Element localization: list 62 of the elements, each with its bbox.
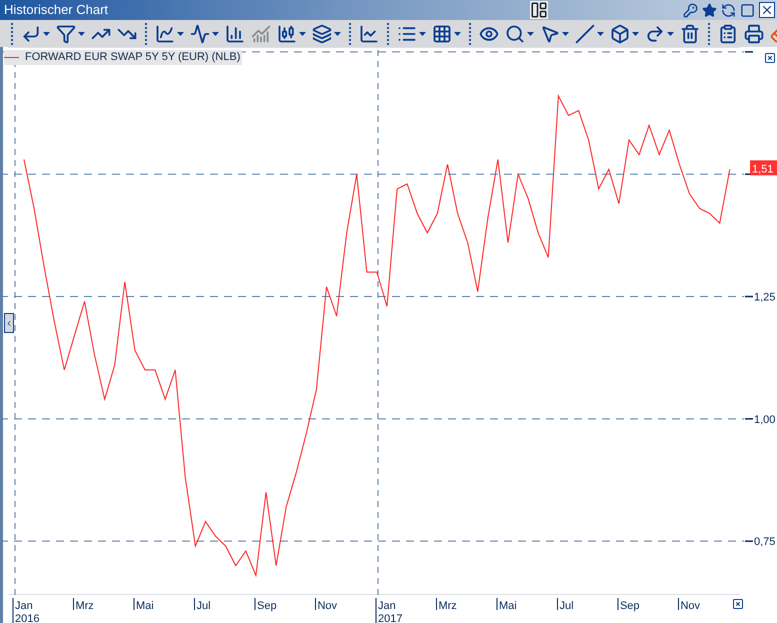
chevron-left-icon	[5, 318, 13, 328]
caret-icon[interactable]	[78, 32, 85, 36]
line-chart-icon[interactable]	[359, 24, 379, 44]
filter-icon[interactable]	[56, 24, 76, 44]
star-icon[interactable]	[702, 2, 717, 18]
axis-tick	[745, 540, 753, 542]
caret-icon[interactable]	[419, 32, 426, 36]
caret-icon[interactable]	[597, 32, 604, 36]
axis-label: 1,00	[754, 414, 776, 426]
axis-label: Sep	[257, 600, 277, 612]
swap-icon[interactable]	[721, 2, 736, 18]
caret-icon[interactable]	[299, 32, 306, 36]
caret-icon[interactable]	[177, 32, 184, 36]
axis-label: Mai	[136, 600, 154, 612]
bar-chart-icon[interactable]	[225, 24, 245, 44]
value-badge: 1,51	[750, 160, 777, 176]
close-icon[interactable]	[759, 2, 775, 18]
corner-arrow-icon[interactable]	[21, 24, 41, 44]
axis-label: 1,25	[754, 292, 776, 304]
caret-icon[interactable]	[667, 32, 674, 36]
trash-icon[interactable]	[680, 24, 700, 44]
axis-label: Mai	[498, 600, 517, 612]
axis-label: Sep	[620, 600, 640, 612]
axis-tick	[745, 418, 753, 420]
caret-icon[interactable]	[43, 32, 50, 36]
search-icon[interactable]	[505, 24, 525, 44]
axis-label: Jan 2017	[378, 600, 402, 623]
restore-icon[interactable]	[740, 2, 755, 18]
axis-label: Jan 2016	[15, 600, 40, 623]
axis-label: Mrz	[76, 600, 94, 612]
axis-tick	[745, 51, 753, 53]
caret-icon[interactable]	[454, 32, 461, 36]
close-icon[interactable]	[732, 598, 744, 610]
caret-icon[interactable]	[527, 32, 534, 36]
legend-label: FORWARD EUR SWAP 5Y 5Y (EUR) (NLB)	[25, 50, 240, 66]
key-icon[interactable]	[683, 2, 698, 18]
pulse-line-icon[interactable]	[190, 24, 210, 44]
layout-icon[interactable]	[530, 1, 548, 19]
axis-label: Mrz	[438, 600, 457, 612]
spline-chart-icon[interactable]	[155, 24, 175, 44]
axis-label: Jul	[196, 600, 211, 612]
close-icon[interactable]	[764, 52, 776, 64]
axis-label: Nov	[680, 600, 700, 612]
box-icon[interactable]	[610, 24, 630, 44]
layers-icon[interactable]	[312, 24, 332, 44]
window-title: Historischer Chart	[4, 1, 110, 20]
grid-icon[interactable]	[432, 24, 452, 44]
axis-label: Nov	[318, 600, 338, 612]
axis-label: 0,75	[754, 536, 776, 548]
caret-icon[interactable]	[334, 32, 341, 36]
collapse-tab[interactable]	[4, 313, 14, 333]
clipboard-icon[interactable]	[718, 24, 738, 44]
printer-icon[interactable]	[744, 24, 764, 44]
redo-arrow-icon[interactable]	[645, 24, 665, 44]
pointer-icon[interactable]	[540, 24, 560, 44]
axis-label: Jul	[559, 600, 574, 612]
caret-icon[interactable]	[562, 32, 569, 36]
slash-icon[interactable]	[575, 24, 595, 44]
axis-tick	[745, 296, 753, 298]
caret-icon[interactable]	[212, 32, 219, 36]
caret-icon[interactable]	[632, 32, 639, 36]
candlestick-icon[interactable]	[277, 24, 297, 44]
